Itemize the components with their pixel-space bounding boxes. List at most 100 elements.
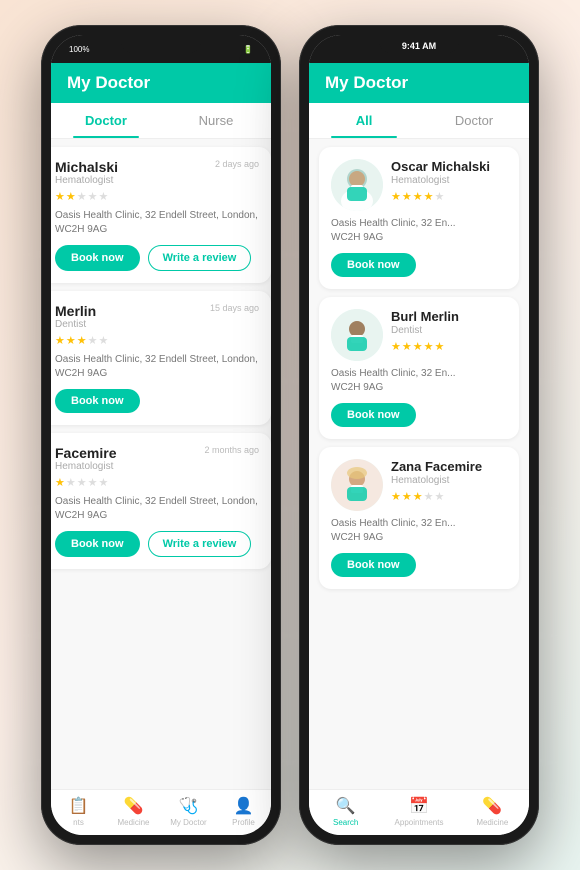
star-3: ★ — [77, 476, 87, 489]
book-btn-merlin-right[interactable]: Book now — [331, 403, 416, 427]
address-merlin-right: Oasis Health Clinic, 32 En...WC2H 9AG — [331, 367, 507, 395]
appointments-icon-right: 📅 — [409, 796, 429, 816]
stars-facemire-right: ★ ★ ★ ★ ★ — [391, 490, 507, 503]
nav-profile-left[interactable]: 👤 Profile — [216, 796, 271, 827]
mydoctor-icon-left: 🩺 — [179, 796, 199, 816]
bottom-nav-right: 🔍 Search 📅 Appointments 💊 Medicine — [309, 789, 529, 835]
book-btn-facemire-right[interactable]: Book now — [331, 553, 416, 577]
star-1: ★ — [55, 476, 65, 489]
book-btn-merlin-left[interactable]: Book now — [55, 389, 140, 413]
star-5: ★ — [99, 190, 109, 203]
profile-icon-left: 👤 — [234, 796, 254, 816]
specialty-merlin-right: Dentist — [391, 325, 507, 336]
avatar-facemire-right — [331, 459, 383, 511]
review-btn-michalski-left[interactable]: Write a review — [148, 245, 252, 271]
battery-icon-left: 🔋 — [243, 45, 253, 54]
doctor-list-left: Michalski Hematologist 2 days ago ★ ★ ★ … — [51, 139, 271, 789]
doctor-specialty-michalski-left: Hematologist — [55, 175, 118, 186]
doctor-name-facemire-left: Facemire — [55, 445, 116, 461]
nav-label-mydoctor-left: My Doctor — [170, 818, 206, 827]
stars-merlin-left: ★ ★ ★ ★ ★ — [55, 334, 259, 347]
info-merlin-right: Burl Merlin Dentist ★ ★ ★ ★ ★ — [391, 309, 507, 353]
address-merlin-left: Oasis Health Clinic, 32 Endell Street, L… — [55, 353, 259, 381]
doctor-card-facemire-left: Facemire Hematologist 2 months ago ★ ★ ★… — [51, 433, 271, 569]
doctor-card-merlin-left: Merlin Dentist 15 days ago ★ ★ ★ ★ ★ Oas… — [51, 291, 271, 425]
actions-merlin-right: Book now — [331, 403, 507, 427]
name-michalski-right: Oscar Michalski — [391, 159, 507, 174]
doctor-specialty-facemire-left: Hematologist — [55, 461, 116, 472]
header-title-right: My Doctor — [325, 73, 408, 93]
nav-label-appointments-right: Appointments — [395, 818, 444, 827]
medicine-icon-left: 💊 — [124, 796, 144, 816]
left-phone: 100% 🔋 My Doctor Doctor Nurse Michalski … — [41, 25, 281, 845]
star-1: ★ — [55, 334, 65, 347]
timestamp-facemire-left: 2 months ago — [204, 445, 259, 455]
doctor-card-michalski-right: Oscar Michalski Hematologist ★ ★ ★ ★ ★ O… — [319, 147, 519, 289]
header-title-left: My Doctor — [67, 73, 150, 93]
star-2: ★ — [66, 334, 76, 347]
timestamp-michalski-left: 2 days ago — [215, 159, 259, 169]
star-4: ★ — [88, 334, 98, 347]
star-5: ★ — [99, 334, 109, 347]
tab-nurse-left[interactable]: Nurse — [161, 103, 271, 138]
doctor-card-merlin-right: Burl Merlin Dentist ★ ★ ★ ★ ★ Oasis Heal… — [319, 297, 519, 439]
bottom-nav-left: 📋 nts 💊 Medicine 🩺 My Doctor 👤 Profile — [51, 789, 271, 835]
tab-all-right[interactable]: All — [309, 103, 419, 138]
nav-label-appointments-left: nts — [73, 818, 84, 827]
tab-doctor-right[interactable]: Doctor — [419, 103, 529, 138]
star-4: ★ — [88, 190, 98, 203]
nav-label-profile-left: Profile — [232, 818, 255, 827]
address-facemire-right: Oasis Health Clinic, 32 En...WC2H 9AG — [331, 517, 507, 545]
doctor-card-facemire-right: Zana Facemire Hematologist ★ ★ ★ ★ ★ Oas… — [319, 447, 519, 589]
header-right: My Doctor — [309, 63, 529, 103]
actions-merlin-left: Book now — [55, 389, 259, 413]
book-btn-facemire-left[interactable]: Book now — [55, 531, 140, 557]
stars-facemire-left: ★ ★ ★ ★ ★ — [55, 476, 259, 489]
info-michalski-right: Oscar Michalski Hematologist ★ ★ ★ ★ ★ — [391, 159, 507, 203]
battery-left: 100% — [69, 45, 89, 54]
doctor-list-right: Oscar Michalski Hematologist ★ ★ ★ ★ ★ O… — [309, 139, 529, 789]
nav-mydoctor-left[interactable]: 🩺 My Doctor — [161, 796, 216, 827]
actions-facemire-right: Book now — [331, 553, 507, 577]
avatar-michalski-right — [331, 159, 383, 211]
address-facemire-left: Oasis Health Clinic, 32 Endell Street, L… — [55, 495, 259, 523]
actions-michalski-right: Book now — [331, 253, 507, 277]
star-4: ★ — [88, 476, 98, 489]
stars-michalski-right: ★ ★ ★ ★ ★ — [391, 190, 507, 203]
time-right: 9:41 AM — [402, 41, 436, 51]
book-btn-michalski-right[interactable]: Book now — [331, 253, 416, 277]
tabs-right: All Doctor — [309, 103, 529, 139]
stars-michalski-left: ★ ★ ★ ★ ★ — [55, 190, 259, 203]
specialty-facemire-right: Hematologist — [391, 475, 507, 486]
nav-appointments-left[interactable]: 📋 nts — [51, 796, 106, 827]
nav-medicine-left[interactable]: 💊 Medicine — [106, 796, 161, 827]
avatar-merlin-right — [331, 309, 383, 361]
address-michalski-right: Oasis Health Clinic, 32 En...WC2H 9AG — [331, 217, 507, 245]
review-btn-facemire-left[interactable]: Write a review — [148, 531, 252, 557]
status-bar-left: 100% 🔋 — [51, 35, 271, 63]
tabs-left: Doctor Nurse — [51, 103, 271, 139]
nav-label-search-right: Search — [333, 818, 358, 827]
address-michalski-left: Oasis Health Clinic, 32 Endell Street, L… — [55, 209, 259, 237]
doctor-specialty-merlin-left: Dentist — [55, 319, 96, 330]
right-phone: 9:41 AM My Doctor All Doctor — [299, 25, 539, 845]
nav-label-medicine-left: Medicine — [117, 818, 149, 827]
book-btn-michalski-left[interactable]: Book now — [55, 245, 140, 271]
tab-doctor-left[interactable]: Doctor — [51, 103, 161, 138]
doctor-name-michalski-left: Michalski — [55, 159, 118, 175]
nav-medicine-right[interactable]: 💊 Medicine — [456, 796, 529, 827]
star-2: ★ — [66, 476, 76, 489]
appointments-icon-left: 📋 — [69, 796, 89, 816]
nav-appointments-right[interactable]: 📅 Appointments — [382, 796, 455, 827]
stars-merlin-right: ★ ★ ★ ★ ★ — [391, 340, 507, 353]
medicine-icon-right: 💊 — [482, 796, 502, 816]
actions-facemire-left: Book now Write a review — [55, 531, 259, 557]
info-facemire-right: Zana Facemire Hematologist ★ ★ ★ ★ ★ — [391, 459, 507, 503]
status-bar-right: 9:41 AM — [309, 35, 529, 63]
specialty-michalski-right: Hematologist — [391, 175, 507, 186]
nav-search-right[interactable]: 🔍 Search — [309, 796, 382, 827]
star-5: ★ — [99, 476, 109, 489]
star-2: ★ — [66, 190, 76, 203]
star-3: ★ — [77, 190, 87, 203]
star-3: ★ — [77, 334, 87, 347]
